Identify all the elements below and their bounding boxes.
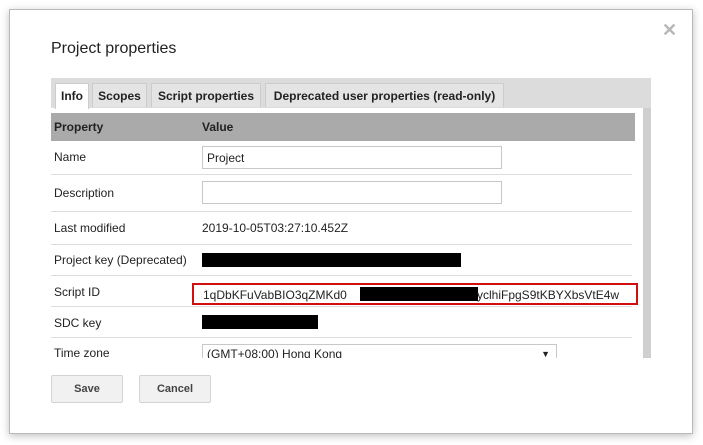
- tab-scopes[interactable]: Scopes: [92, 83, 147, 107]
- cancel-button[interactable]: Cancel: [139, 375, 211, 403]
- description-input[interactable]: [202, 181, 502, 204]
- save-button[interactable]: Save: [51, 375, 123, 403]
- description-label: Description: [54, 186, 115, 200]
- row-project-key: Project key (Deprecated): [51, 245, 632, 276]
- last-modified-label: Last modified: [54, 221, 126, 235]
- tab-bar: Info Scopes Script properties Deprecated…: [51, 78, 651, 109]
- chevron-down-icon: ▼: [541, 349, 550, 358]
- close-icon[interactable]: ✕: [662, 21, 677, 39]
- row-sdc-key: SDC key: [51, 307, 632, 338]
- name-label: Name: [54, 150, 87, 164]
- sdc-key-redacted: [202, 315, 318, 329]
- scrollbar[interactable]: [643, 108, 651, 358]
- tab-info[interactable]: Info: [55, 83, 89, 109]
- time-zone-select[interactable]: (GMT+08:00) Hong Kong ▼: [202, 344, 557, 358]
- tab-script-properties[interactable]: Script properties: [151, 83, 261, 107]
- tab-deprecated-user-properties[interactable]: Deprecated user properties (read-only): [265, 83, 504, 107]
- row-last-modified: Last modified 2019-10-05T03:27:10.452Z: [51, 212, 632, 245]
- column-header-property: Property: [54, 120, 104, 134]
- project-properties-dialog: Project properties ✕ Info Scopes Script …: [9, 9, 693, 434]
- last-modified-value: 2019-10-05T03:27:10.452Z: [202, 221, 349, 235]
- properties-panel: Property Value Name Description Last mod…: [51, 108, 651, 358]
- time-zone-value: (GMT+08:00) Hong Kong: [207, 347, 343, 358]
- row-name: Name: [51, 141, 632, 175]
- script-id-redacted: [360, 287, 478, 301]
- name-input[interactable]: [202, 146, 502, 169]
- row-description: Description: [51, 175, 632, 212]
- script-id-label: Script ID: [54, 285, 101, 299]
- sdc-key-label: SDC key: [54, 316, 102, 330]
- project-key-label: Project key (Deprecated): [54, 253, 187, 267]
- script-id-highlight-box: 1qDbKFuVabBIO3qZMKd0 yclhiFpgS9tKBYXbsVt…: [192, 283, 638, 305]
- time-zone-label: Time zone: [54, 346, 110, 358]
- table-header: Property Value: [51, 113, 635, 141]
- script-id-value-start: 1qDbKFuVabBIO3qZMKd0: [203, 288, 347, 302]
- project-key-redacted: [202, 253, 461, 267]
- column-header-value: Value: [202, 120, 234, 134]
- dialog-title: Project properties: [51, 40, 177, 57]
- script-id-value-end: yclhiFpgS9tKBYXbsVtE4w: [477, 288, 620, 302]
